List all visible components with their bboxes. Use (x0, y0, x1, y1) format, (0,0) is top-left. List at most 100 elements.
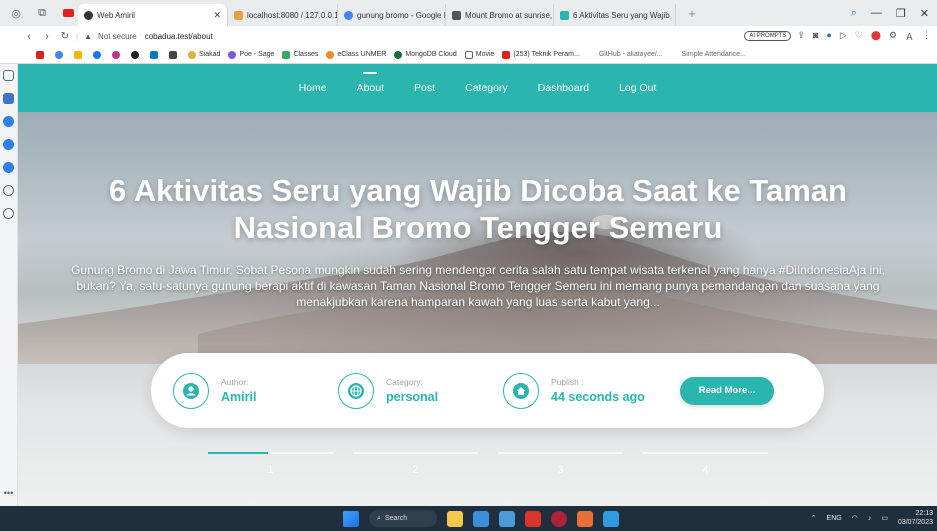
slide-indicators: 1 2 3 4 (208, 452, 768, 476)
tab-web-amiril[interactable]: Web Amiril ✕ (78, 4, 228, 26)
close-window-icon[interactable]: ✕ (920, 7, 929, 20)
tab-google-search[interactable]: gunung bromo - Google P ✕ (338, 4, 446, 26)
more-icon[interactable]: ••• (4, 488, 13, 498)
clock[interactable]: 22:13 03/07/2023 (898, 509, 933, 527)
reload-icon[interactable]: ↻ (58, 31, 72, 42)
more-icon[interactable]: ⋮ (922, 30, 931, 43)
camera-icon[interactable]: ◙ (813, 30, 818, 43)
bookmark-eclass[interactable]: eClass UNMER (326, 50, 386, 59)
telegram-icon[interactable] (3, 162, 14, 173)
tab-phpmyadmin[interactable]: localhost:8080 / 127.0.0.1 / ✕ (228, 4, 338, 26)
bookmark-movie[interactable]: Movie (464, 50, 495, 59)
search-icon[interactable]: ⌕ (851, 7, 857, 20)
nav-post[interactable]: Post (414, 78, 435, 98)
slide-indicator-3[interactable]: 3 (498, 452, 623, 476)
whatsapp-icon[interactable] (3, 139, 14, 150)
bookmark-siakad[interactable]: Siakad (188, 50, 220, 59)
tab-favicon-icon (560, 10, 569, 20)
bookmark-label: Movie (475, 51, 495, 58)
url-input[interactable]: cobadua.test/about (145, 32, 213, 41)
nav-dashboard[interactable]: Dashboard (538, 78, 589, 98)
windows-start-icon[interactable] (343, 510, 359, 527)
opera-icon[interactable] (551, 510, 567, 527)
category-info: Category: personal (338, 372, 503, 409)
tab-mount-bromo[interactable]: Mount Bromo at sunrise, w ✕ (446, 4, 554, 26)
indicator-number: 2 (412, 464, 419, 476)
chat-icon[interactable] (3, 70, 14, 81)
file-explorer-icon[interactable] (447, 510, 463, 527)
back-icon[interactable]: ‹ (22, 31, 36, 42)
bookmark-poe[interactable]: Poe - Sage (228, 50, 275, 59)
ai-prompts-button[interactable]: AI PROMPTS (744, 31, 792, 41)
slide-indicator-4[interactable]: 4 (643, 452, 768, 476)
tab-actions-icon[interactable]: ⧉ (32, 4, 52, 22)
security-status[interactable]: Not secure (98, 32, 137, 41)
hero-excerpt: Gunung Bromo di Jawa Timur, Sobat Pesona… (71, 263, 885, 309)
bookmark-google-icon[interactable] (55, 50, 66, 59)
bookmark-link-icon[interactable] (169, 50, 180, 59)
web-page: Home About Post Category Dashboard Log O… (18, 64, 937, 506)
new-tab-icon[interactable]: + (682, 4, 702, 22)
wifi-icon[interactable]: ◠ (852, 514, 858, 522)
language-indicator[interactable]: ENG (827, 515, 842, 522)
bookmark-mongodb[interactable]: MongoDB Cloud (394, 50, 457, 59)
battery-icon[interactable]: ▭ (881, 514, 888, 522)
browser-menu-icon[interactable]: ◎ (6, 4, 26, 22)
bookmark-instagram-icon[interactable] (112, 50, 123, 59)
bookmark-teknik[interactable]: (253) Teknik Peram... (502, 50, 580, 59)
browser-tab-bar: ◎ ⧉ Web Amiril ✕ localhost:8080 / 127.0.… (0, 0, 937, 26)
share-icon[interactable]: ⇪ (797, 30, 805, 43)
clock-date: 03/07/2023 (897, 519, 933, 526)
indicator-number: 1 (267, 464, 274, 476)
adblock-icon[interactable]: ⬤ (871, 30, 881, 43)
slide-indicator-2[interactable]: 2 (353, 452, 478, 476)
nav-category[interactable]: Category (465, 78, 508, 98)
warning-icon[interactable]: ▲ (84, 32, 92, 41)
bookmark-attendance[interactable]: Simple Attendance... (670, 50, 746, 59)
photos-icon[interactable] (577, 510, 593, 527)
heart-icon[interactable]: ♡ (855, 30, 863, 43)
bookmark-youtube-icon[interactable] (36, 50, 47, 59)
app-icon[interactable] (3, 93, 14, 104)
bookmark-facebook-icon[interactable] (93, 50, 104, 59)
window-controls: ⌕ — ❐ ✕ (851, 7, 937, 20)
bookmark-drive-icon[interactable] (74, 50, 85, 59)
volume-icon[interactable]: ♪ (868, 515, 872, 522)
chevron-up-icon[interactable]: ⌃ (811, 514, 817, 522)
address-bar: ‹ › ↻ | ▲ Not secure cobadua.test/about … (0, 26, 937, 46)
app-icon[interactable] (499, 510, 515, 527)
nav-home[interactable]: Home (299, 78, 327, 98)
indicator-number: 3 (557, 464, 564, 476)
bookmark-github-icon[interactable] (131, 50, 142, 59)
store-icon[interactable] (473, 510, 489, 527)
close-icon[interactable]: ✕ (670, 10, 675, 21)
tab-label: localhost:8080 / 127.0.0.1 / (247, 10, 338, 20)
tab-aktivitas[interactable]: 6 Aktivitas Seru yang Wajib ✕ (554, 4, 676, 26)
minimize-icon[interactable]: — (871, 7, 882, 20)
wps-icon[interactable] (525, 510, 541, 527)
search-label: Search (384, 515, 408, 522)
profile-icon[interactable]: Ａ (905, 30, 914, 43)
close-icon[interactable]: ✕ (207, 10, 221, 21)
slide-indicator-1[interactable]: 1 (208, 452, 333, 476)
taskbar-search[interactable]: ⌕ Search (369, 510, 437, 527)
post-info-card: Author: Amiril Category: personal Publis… (151, 353, 824, 428)
bookmark-classes[interactable]: Classes (282, 50, 318, 59)
vscode-icon[interactable] (603, 510, 619, 527)
youtube-icon[interactable] (58, 4, 78, 22)
bookmark-trello-icon[interactable] (150, 50, 161, 59)
settings-icon[interactable] (3, 208, 14, 219)
play-icon[interactable]: ▷ (840, 30, 847, 43)
nav-about[interactable]: About (357, 78, 384, 98)
bookmark-label: Poe - Sage (239, 51, 275, 58)
maximize-icon[interactable]: ❐ (896, 7, 906, 20)
vpn-icon[interactable]: ● (826, 30, 831, 43)
nav-logout[interactable]: Log Out (619, 78, 656, 98)
forward-icon[interactable]: › (40, 31, 54, 42)
hero-title: 6 Aktivitas Seru yang Wajib Dicoba Saat … (109, 173, 847, 245)
read-more-button[interactable]: Read More... (680, 376, 774, 405)
extensions-icon[interactable]: ⚙ (889, 30, 897, 43)
heart-icon[interactable] (3, 185, 14, 196)
bookmark-github[interactable]: GitHub - aliatayee/... (587, 50, 663, 59)
messenger-icon[interactable] (3, 116, 14, 127)
